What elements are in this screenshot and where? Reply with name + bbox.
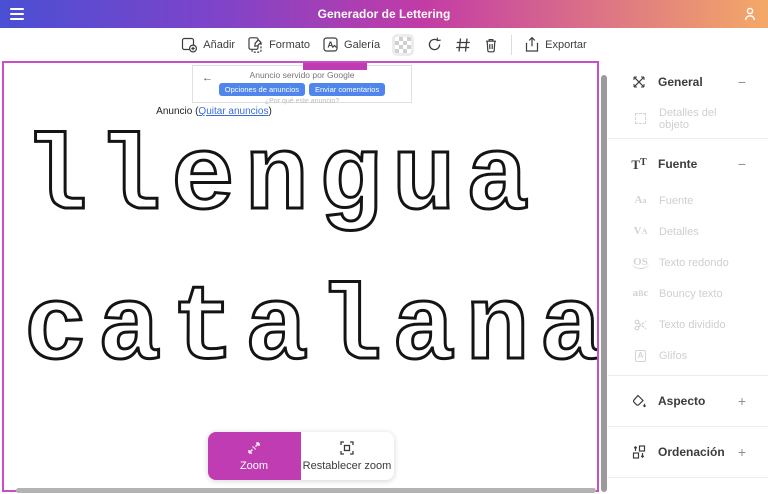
appearance-icon	[630, 393, 648, 409]
reset-zoom-button-label: Restablecer zoom	[302, 460, 392, 472]
app-title: Generador de Lettering	[317, 7, 451, 21]
sidebar-item-fuente: Aa Fuente	[608, 185, 768, 216]
canvas[interactable]: ← Anuncio servido por Google Opciones de…	[2, 61, 599, 492]
transparency-checkerboard-icon	[395, 36, 412, 53]
trash-icon	[486, 38, 497, 52]
svg-text:A: A	[327, 40, 333, 50]
ad-why-link[interactable]: ¿Por qué este anuncio?	[265, 98, 339, 105]
section-objetos[interactable]: Objetos +	[608, 482, 768, 494]
collapse-icon-fuente[interactable]: −	[738, 156, 746, 172]
zoom-button-label: Zoom	[239, 460, 269, 472]
ad-banner: ← Anuncio servido por Google Opciones de…	[192, 65, 412, 105]
toolbar-divider	[511, 34, 513, 55]
topbar: Generador de Lettering	[0, 0, 768, 28]
toolbar: Añadir Formato A Galería Exportar	[0, 28, 768, 61]
sidebar-item-label: Bouncy texto	[659, 287, 723, 300]
sidebar-item-label: Fuente	[659, 194, 694, 207]
trash-button[interactable]	[483, 37, 499, 53]
sidebar-divider	[608, 138, 768, 139]
round-text-icon: OS	[632, 255, 649, 269]
sidebar-item-detalles-del-objeto: Detalles del objeto	[608, 103, 768, 134]
main-area: ← Anuncio servido por Google Opciones de…	[0, 61, 768, 494]
sidebar-divider	[608, 426, 768, 427]
object-details-icon	[632, 113, 649, 124]
glyphs-icon: A	[632, 349, 649, 362]
section-general[interactable]: General −	[608, 61, 768, 103]
grid-icon	[456, 37, 470, 52]
back-arrow-icon[interactable]: ←	[202, 73, 213, 84]
bouncy-text-icon: aBc	[632, 287, 649, 299]
sidebar-item-label: Detalles del objeto	[659, 106, 717, 131]
export-button-label: Exportar	[545, 38, 587, 51]
lettering-line-2[interactable]: catalana	[23, 276, 597, 385]
general-icon	[630, 74, 648, 90]
menu-button[interactable]	[10, 8, 24, 20]
remove-ads-link[interactable]: Quitar anuncios	[198, 106, 268, 117]
section-general-label: General	[658, 75, 703, 89]
sidebar-divider	[608, 375, 768, 376]
sidebar: General − Detalles del objeto TT Fuente …	[608, 61, 768, 494]
zoom-button[interactable]: Zoom	[207, 432, 301, 480]
format-button-label: Formato	[269, 38, 311, 51]
gallery-button-label: Galería	[344, 38, 381, 51]
zoom-controls: Zoom Restablecer zoom	[207, 432, 394, 480]
add-object-icon	[182, 37, 198, 53]
sidebar-item-label: Texto dividido	[659, 318, 726, 331]
section-ordenacion-label: Ordenación	[658, 445, 725, 459]
kerning-icon: VA	[633, 225, 648, 237]
ad-served-by: Anuncio servido por Google	[249, 70, 355, 80]
export-button[interactable]: Exportar	[524, 36, 587, 53]
format-button[interactable]: Formato	[247, 36, 310, 53]
ad-feedback-button[interactable]: Enviar comentarios	[309, 83, 386, 96]
gallery-button[interactable]: A Galería	[322, 36, 380, 53]
expand-icon-ordenacion[interactable]: +	[738, 444, 746, 460]
user-button[interactable]	[742, 6, 758, 22]
sidebar-divider	[608, 477, 768, 478]
section-aspecto[interactable]: Aspecto +	[608, 380, 768, 422]
ad-buttons: Opciones de anuncios Enviar comentarios	[218, 83, 386, 96]
export-icon	[526, 36, 539, 52]
ad-caption-suffix: )	[268, 106, 272, 117]
add-button-label: Añadir	[203, 38, 236, 51]
expand-icon-aspecto[interactable]: +	[738, 393, 746, 409]
zoom-icon	[248, 442, 260, 454]
transparency-button[interactable]	[392, 33, 415, 56]
vertical-scrollbar[interactable]	[601, 75, 607, 492]
ad-caption: Anuncio (Quitar anuncios)	[4, 106, 424, 117]
sidebar-item-texto-dividido: Texto dividido	[608, 309, 768, 340]
collapse-icon-general[interactable]: −	[738, 74, 746, 90]
font-section-icon: TT	[631, 156, 647, 172]
rotate-icon	[428, 37, 441, 51]
section-aspecto-label: Aspecto	[658, 394, 706, 408]
grid-button[interactable]	[455, 37, 471, 53]
sidebar-item-label: Glifos	[659, 349, 688, 362]
sidebar-item-bouncy-texto: aBc Bouncy texto	[608, 278, 768, 309]
add-button[interactable]: Añadir	[181, 36, 235, 53]
user-icon	[744, 7, 756, 21]
rotate-button[interactable]	[426, 36, 443, 53]
scissors-icon	[632, 318, 649, 332]
section-fuente[interactable]: TT Fuente −	[608, 143, 768, 185]
app-window: Generador de Lettering Añadir Formato A …	[0, 0, 768, 494]
ad-options-button[interactable]: Opciones de anuncios	[218, 83, 305, 96]
sidebar-item-texto-redondo: OS Texto redondo	[608, 247, 768, 278]
ad-caption-prefix: Anuncio (	[156, 106, 199, 117]
section-fuente-label: Fuente	[658, 157, 698, 171]
horizontal-scrollbar[interactable]	[16, 488, 596, 493]
lettering-line-1[interactable]: llengua	[22, 126, 539, 235]
font-icon: Aa	[634, 194, 647, 206]
arrange-icon	[630, 444, 648, 460]
section-ordenacion[interactable]: Ordenación +	[608, 431, 768, 473]
format-icon	[248, 37, 262, 53]
reset-zoom-button[interactable]: Restablecer zoom	[300, 432, 394, 480]
gallery-icon: A	[323, 37, 338, 52]
sidebar-item-label: Texto redondo	[659, 256, 729, 269]
ad-tab	[303, 63, 367, 70]
reset-zoom-icon	[340, 441, 354, 455]
sidebar-item-glifos: A Glifos	[608, 340, 768, 371]
sidebar-item-detalles: VA Detalles	[608, 216, 768, 247]
sidebar-item-label: Detalles	[659, 225, 699, 238]
